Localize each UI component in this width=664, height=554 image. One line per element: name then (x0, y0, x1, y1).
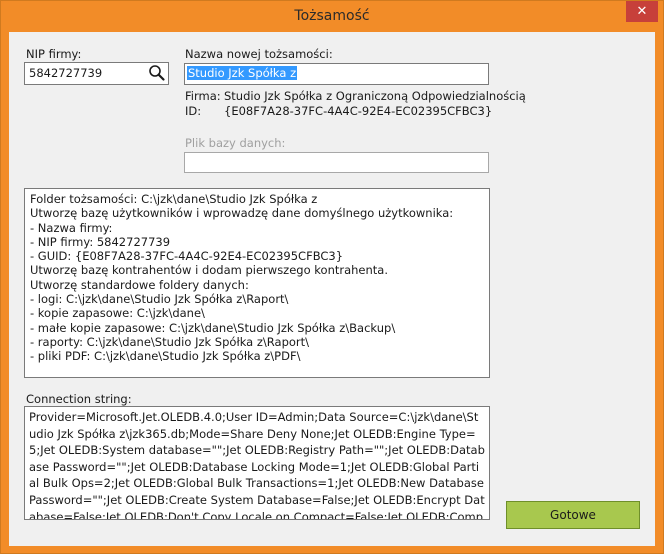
title-bar[interactable]: Tożsamość ✕ (1, 1, 663, 31)
window-title: Tożsamość (294, 8, 370, 24)
log-line: Folder tożsamości: C:\jzk\dane\Studio Jz… (30, 192, 318, 206)
dialog-body: NIP firmy: 5842727739 Nazwa nowej tożsam… (9, 32, 655, 546)
id-label: ID: (185, 104, 202, 118)
search-button[interactable] (147, 64, 167, 82)
log-textbox[interactable]: Folder tożsamości: C:\jzk\dane\Studio Jz… (24, 188, 490, 378)
new-identity-value: Studio Jzk Spółka z (187, 66, 298, 80)
connection-string-value: Provider=Microsoft.Jet.OLEDB.4.0;User ID… (29, 410, 485, 520)
log-line: - logi: C:\jzk\dane\Studio Jzk Spółka z\… (30, 292, 289, 307)
db-file-label: Plik bazy danych: (185, 136, 286, 150)
log-line: - NIP firmy: 5842727739 (30, 234, 171, 249)
id-value: {E08F7A28-37FC-4A4C-92E4-EC02395CFBC3} (224, 104, 493, 118)
log-line: - Nazwa firmy: (30, 220, 113, 235)
done-button[interactable]: Gotowe (506, 501, 640, 529)
log-line: - pliki PDF: C:\jzk\dane\Studio Jzk Spół… (30, 349, 301, 364)
connection-string-textbox[interactable]: Provider=Microsoft.Jet.OLEDB.4.0;User ID… (24, 406, 490, 520)
close-button[interactable]: ✕ (626, 1, 658, 22)
company-name: Studio Jzk Spółka z Ograniczoną Odpowied… (224, 89, 526, 103)
company-label: Firma: (185, 89, 221, 103)
db-file-input[interactable] (184, 152, 489, 173)
dialog-window: Tożsamość ✕ NIP firmy: 5842727739 Nazwa … (0, 0, 664, 554)
log-line: Utworzę bazę kontrahentów i dodam pierws… (30, 263, 389, 278)
search-icon (149, 65, 165, 81)
log-line: Utworzę standardowe foldery danych: (30, 277, 249, 292)
log-line: - małe kopie zapasowe: C:\jzk\dane\Studi… (30, 320, 396, 335)
log-line: Utworzę bazę użytkowników i wprowadzę da… (30, 206, 454, 221)
connection-string-label: Connection string: (26, 392, 132, 406)
nip-label: NIP firmy: (26, 47, 82, 61)
log-line: - GUID: {E08F7A28-37FC-4A4C-92E4-EC02395… (30, 249, 344, 264)
log-line: - raporty: C:\jzk\dane\Studio Jzk Spółka… (30, 334, 310, 349)
new-identity-label: Nazwa nowej tożsamości: (185, 47, 333, 61)
new-identity-input[interactable]: Studio Jzk Spółka z (184, 63, 489, 85)
close-icon: ✕ (636, 4, 648, 19)
log-line: - kopie zapasowe: C:\jzk\dane\ (30, 306, 205, 321)
nip-value: 5842727739 (29, 66, 103, 80)
